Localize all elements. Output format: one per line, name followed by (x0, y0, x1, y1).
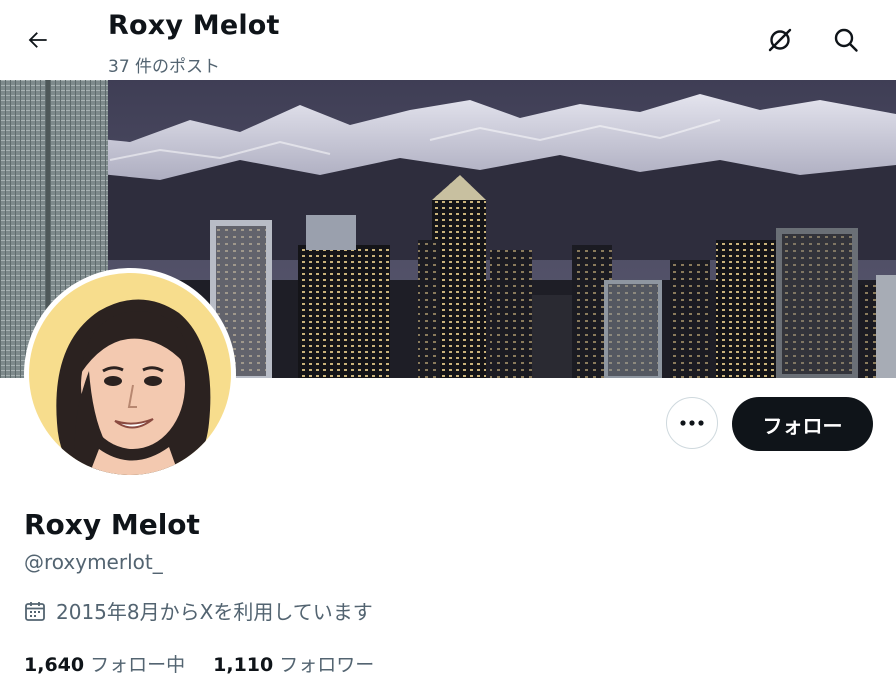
back-button[interactable] (18, 20, 58, 60)
avatar[interactable] (24, 268, 236, 480)
header-display-name: Roxy Melot (108, 10, 280, 41)
followers-link[interactable]: 1,110 フォロワー (213, 650, 374, 677)
profile-display-name: Roxy Melot (24, 508, 200, 541)
following-link[interactable]: 1,640 フォロー中 (24, 650, 185, 677)
following-label: フォロー中 (90, 654, 186, 676)
search-icon (834, 28, 858, 52)
profile-handle: @roxymerlot_ (24, 550, 163, 574)
calendar-icon (25, 601, 45, 621)
joined-date: 2015年8月からXを利用しています (24, 596, 373, 625)
followers-count: 1,110 (213, 654, 274, 676)
follow-button[interactable]: フォロー (732, 397, 873, 451)
following-count: 1,640 (24, 654, 85, 676)
grok-icon (768, 28, 792, 52)
more-dots-icon (680, 420, 704, 426)
joined-text: 2015年8月からXを利用しています (56, 600, 373, 624)
follow-stats: 1,640 フォロー中 1,110 フォロワー (24, 650, 402, 677)
top-bar: Roxy Melot 37 件のポスト (0, 0, 896, 80)
search-button[interactable] (826, 20, 866, 60)
grok-button[interactable] (760, 20, 800, 60)
header-post-count: 37 件のポスト (108, 57, 221, 77)
followers-label: フォロワー (279, 654, 375, 676)
arrow-left-icon (28, 32, 47, 48)
more-button[interactable] (666, 397, 718, 449)
